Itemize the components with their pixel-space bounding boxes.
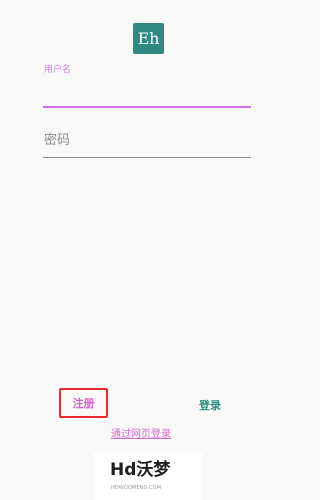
username-field[interactable]: 用户名: [43, 64, 251, 108]
watermark-site: HDWOOMENG.COM: [111, 485, 162, 491]
password-hint: 密码: [44, 133, 71, 148]
username-label: 用户名: [44, 65, 72, 75]
watermark: Hd沃梦 HDWOOMENG.COM: [94, 453, 202, 500]
watermark-logo: Hd沃梦: [110, 460, 171, 480]
register-button[interactable]: 注册: [59, 388, 108, 418]
username-underline: [43, 106, 251, 108]
login-screen: Eh 用户名 密码 注册 登录 通过网页登录 Hd沃梦 HDWOOMENG.CO…: [0, 0, 295, 500]
password-underline: [43, 157, 251, 158]
app-logo-icon: Eh: [133, 23, 164, 54]
password-field[interactable]: 密码: [43, 128, 251, 158]
login-button[interactable]: 登录: [191, 395, 229, 415]
web-login-link[interactable]: 通过网页登录: [111, 428, 187, 442]
